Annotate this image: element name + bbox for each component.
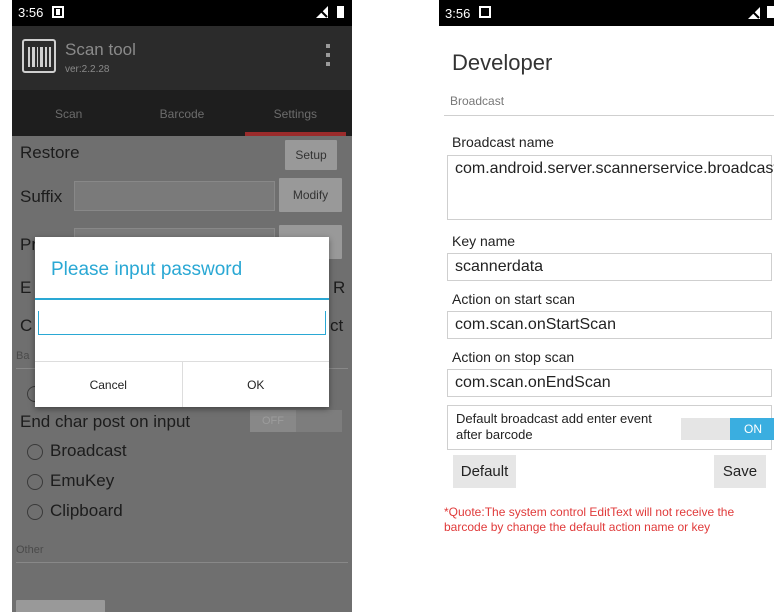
overflow-menu-icon[interactable] [326, 44, 330, 66]
left-screen: 3:56 Scan tool ver:2.2.28 Scan Barcode S… [12, 0, 352, 612]
status-time: 3:56 [445, 6, 471, 21]
default-button[interactable]: Default [453, 455, 516, 488]
sd-card-icon [479, 6, 491, 18]
suffix-input[interactable] [74, 181, 275, 211]
modify-suffix-button[interactable]: Modify [279, 178, 342, 212]
dialog-title-divider [35, 298, 329, 300]
no-signal-icon [748, 7, 760, 19]
restore-label: Restore [20, 143, 80, 162]
toggle-off-label: OFF [250, 410, 296, 432]
tab-bar: Scan Barcode Settings [12, 90, 352, 136]
enter-event-label: Default broadcast add enter event after … [456, 411, 652, 442]
status-bar: 3:56 [12, 0, 352, 26]
key-name-label: Key name [452, 233, 516, 249]
suffix-label: Suffix [20, 187, 63, 206]
clipboard-option-label[interactable]: Clipboard [50, 501, 123, 521]
page-title: Developer [452, 50, 553, 75]
key-name-input[interactable]: scannerdata [447, 253, 772, 281]
app-version: ver:2.2.28 [65, 64, 110, 75]
app-title: Scan tool [65, 40, 136, 59]
stop-scan-label: Action on stop scan [452, 349, 575, 365]
radio-clipboard[interactable] [27, 504, 43, 520]
toggle-on-label: ON [730, 418, 774, 440]
divider [16, 562, 348, 563]
quote-note: *Quote:The system control EditText will … [444, 505, 735, 534]
app-bar: Scan tool ver:2.2.28 [12, 26, 352, 90]
cancel-button[interactable]: Cancel [35, 362, 182, 407]
right-screen: 3:56 Developer Broadcast Broadcast name … [439, 0, 774, 612]
tab-settings[interactable]: Settings [239, 90, 352, 136]
battery-icon [767, 6, 774, 18]
broadcast-option-label[interactable]: Broadcast [50, 441, 127, 461]
password-input[interactable] [38, 311, 326, 335]
enter-event-row: Default broadcast add enter event after … [447, 405, 774, 450]
battery-icon [337, 6, 344, 18]
other-section-header: Other [16, 544, 44, 556]
ok-button[interactable]: OK [181, 362, 330, 407]
start-scan-input[interactable]: com.scan.onStartScan [447, 311, 772, 339]
barcode-section-header: Ba [16, 350, 30, 362]
dialog-title: Please input password [51, 259, 243, 280]
broadcast-name-input[interactable]: com.android.server.scannerservice.broadc… [447, 155, 774, 220]
c-row-label: C [20, 316, 33, 335]
tab-barcode[interactable]: Barcode [125, 90, 238, 136]
enter-event-toggle[interactable]: ON [681, 418, 774, 440]
barcode-app-icon [22, 39, 56, 73]
end-char-toggle[interactable]: OFF [250, 410, 342, 432]
save-button[interactable]: Save [714, 455, 766, 488]
emukey-option-label[interactable]: EmuKey [50, 471, 114, 491]
developer-button[interactable]: Developer [16, 600, 105, 612]
end-char-label: End char post on input [20, 412, 191, 431]
no-signal-icon [316, 6, 328, 18]
dialog-button-bar: Cancel OK [35, 361, 329, 407]
broadcast-section-header: Broadcast [450, 94, 505, 108]
enter-row-label: E [20, 278, 32, 297]
radio-broadcast[interactable] [27, 444, 43, 460]
broadcast-name-label: Broadcast name [452, 134, 554, 150]
tab-scan[interactable]: Scan [12, 90, 125, 136]
sd-card-icon [52, 6, 64, 18]
status-time: 3:56 [18, 5, 44, 20]
stop-scan-input[interactable]: com.scan.onEndScan [447, 369, 772, 397]
enter-row-value: R [333, 278, 346, 297]
c-row-value: ct [330, 316, 344, 335]
password-dialog: Please input password Cancel OK [35, 237, 329, 407]
section-divider [444, 115, 774, 116]
status-bar: 3:56 [439, 0, 774, 26]
radio-emukey[interactable] [27, 474, 43, 490]
setup-button[interactable]: Setup [285, 140, 337, 170]
start-scan-label: Action on start scan [452, 291, 575, 307]
